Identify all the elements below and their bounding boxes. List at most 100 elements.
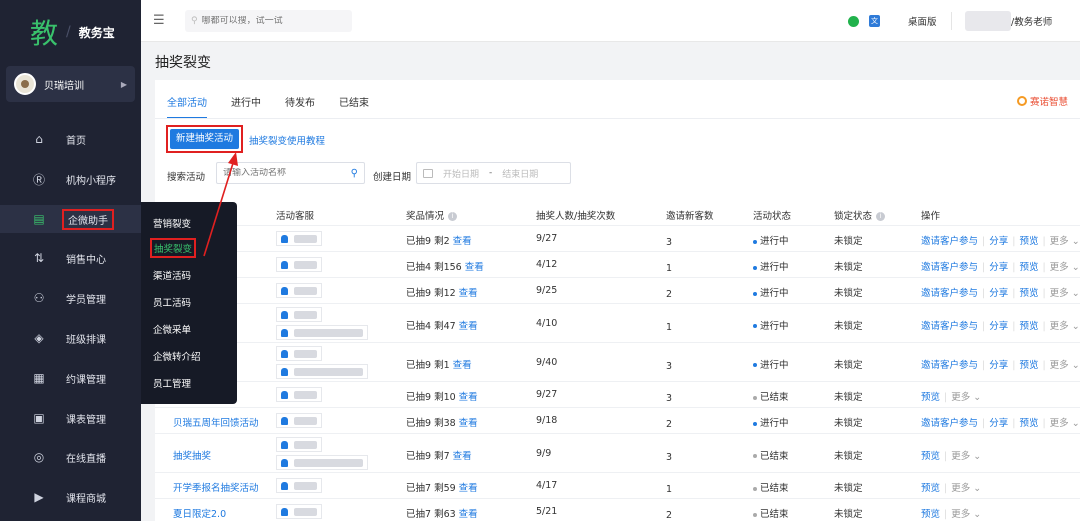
end-date[interactable]: 结束日期 xyxy=(502,167,538,180)
sidebar-item-0[interactable]: ⌂ 首页 xyxy=(0,125,141,153)
more-menu[interactable]: 更多 ⌄ xyxy=(1050,321,1080,332)
tab-0[interactable]: 全部活动 xyxy=(167,94,207,119)
sidebar-item-6[interactable]: ▦ 约课管理 xyxy=(0,364,141,392)
preview-link[interactable]: 预览 xyxy=(921,451,940,462)
share-link[interactable]: 分享 xyxy=(989,262,1008,273)
invite-customer-link[interactable]: 邀请客户参与 xyxy=(921,321,978,332)
submenu-item-6[interactable]: 员工管理 xyxy=(153,376,191,390)
person-icon xyxy=(281,260,288,269)
global-search[interactable]: ⚲ xyxy=(185,10,352,32)
sidebar-item-4[interactable]: ⚇ 学员管理 xyxy=(0,284,141,312)
view-link[interactable]: 查看 xyxy=(453,451,472,462)
submenu-item-4[interactable]: 企微采单 xyxy=(153,322,191,336)
sidebar-item-5[interactable]: ◈ 班级排课 xyxy=(0,324,141,352)
share-link[interactable]: 分享 xyxy=(989,321,1008,332)
view-link[interactable]: 查看 xyxy=(465,262,484,273)
help-link[interactable]: 赛诺智慧 xyxy=(1016,94,1068,108)
view-link[interactable]: 查看 xyxy=(459,392,478,403)
activity-name[interactable]: 开学季报名抽奖活动 xyxy=(173,480,259,494)
view-link[interactable]: 查看 xyxy=(459,288,478,299)
staff-name-redacted xyxy=(294,440,317,449)
activity-name[interactable]: 贝瑞五周年回馈活动 xyxy=(173,415,259,429)
sidebar-item-label: 约课管理 xyxy=(66,374,106,386)
tutorial-link[interactable]: 抽奖裂变使用教程 xyxy=(249,133,325,147)
preview-link[interactable]: 预览 xyxy=(1019,262,1038,273)
share-link[interactable]: 分享 xyxy=(989,288,1008,299)
invite-customer-link[interactable]: 邀请客户参与 xyxy=(921,236,978,247)
doc-icon[interactable]: 文 xyxy=(869,15,880,27)
user-role[interactable]: /教务老师 xyxy=(1011,14,1052,28)
sidebar-item-7[interactable]: ▣ 课表管理 xyxy=(0,404,141,432)
logo[interactable]: 教 / 教务宝 xyxy=(30,12,115,52)
sidebar-item-9[interactable]: ▶ 课程商城 xyxy=(0,483,141,511)
new-customer-count: 1 xyxy=(666,321,673,333)
search-icon[interactable]: ⚲ xyxy=(351,168,358,179)
preview-link[interactable]: 预览 xyxy=(1019,288,1038,299)
more-menu[interactable]: 更多 ⌄ xyxy=(1050,262,1080,273)
table-row: 已抽9 剩12 查看 9/25 2 进行中 未锁定 邀请客户参与 | 分享 | 预览 | 更多 ⌄ xyxy=(155,277,1080,303)
preview-link[interactable]: 预览 xyxy=(921,483,940,494)
preview-link[interactable]: 预览 xyxy=(1019,236,1038,247)
activity-status: 已结束 xyxy=(753,506,789,520)
more-menu[interactable]: 更多 ⌄ xyxy=(951,483,981,494)
desktop-version-link[interactable]: 桌面版 xyxy=(908,14,937,28)
preview-link[interactable]: 预览 xyxy=(921,392,940,403)
activity-name[interactable]: 夏日限定2.0 xyxy=(173,506,226,520)
more-menu[interactable]: 更多 ⌄ xyxy=(1050,418,1080,429)
row-actions: 预览 | 更多 ⌄ xyxy=(921,450,982,462)
person-icon xyxy=(281,440,288,449)
chevron-right-icon: ▶ xyxy=(120,79,127,89)
user-avatar[interactable] xyxy=(965,11,1011,31)
invite-customer-link[interactable]: 邀请客户参与 xyxy=(921,418,978,429)
global-search-input[interactable] xyxy=(201,16,342,26)
view-link[interactable]: 查看 xyxy=(459,321,478,332)
preview-link[interactable]: 预览 xyxy=(921,509,940,520)
view-link[interactable]: 查看 xyxy=(459,483,478,494)
col-new-customers: 邀请新客数 xyxy=(666,211,714,222)
share-link[interactable]: 分享 xyxy=(989,418,1008,429)
submenu-item-1[interactable]: 抽奖裂变 xyxy=(150,238,197,258)
wechat-icon[interactable] xyxy=(848,16,859,27)
more-menu[interactable]: 更多 ⌄ xyxy=(951,451,981,462)
row-actions: 邀请客户参与 | 分享 | 预览 | 更多 ⌄ xyxy=(921,262,1080,273)
sidebar-item-1[interactable]: Ⓡ 机构小程序 xyxy=(0,165,141,193)
more-menu[interactable]: 更多 ⌄ xyxy=(951,392,981,403)
draw-count: 9/27 xyxy=(536,389,558,400)
view-link[interactable]: 查看 xyxy=(453,360,472,371)
col-actions: 操作 xyxy=(921,211,941,222)
more-menu[interactable]: 更多 ⌄ xyxy=(1050,360,1080,371)
more-menu[interactable]: 更多 ⌄ xyxy=(1050,288,1080,299)
start-date[interactable]: 开始日期 xyxy=(443,167,479,180)
submenu-item-2[interactable]: 渠道活码 xyxy=(153,268,191,282)
submenu-item-0[interactable]: 营销裂变 xyxy=(153,216,191,230)
col-staff: 活动客服 xyxy=(276,211,315,222)
view-link[interactable]: 查看 xyxy=(453,236,472,247)
menu-toggle-icon[interactable]: ☰ xyxy=(153,13,165,28)
more-menu[interactable]: 更多 ⌄ xyxy=(951,509,981,520)
invite-customer-link[interactable]: 邀请客户参与 xyxy=(921,360,978,371)
tab-2[interactable]: 待发布 xyxy=(285,94,315,119)
preview-link[interactable]: 预览 xyxy=(1019,360,1038,371)
sidebar-item-2[interactable]: ▤ 企微助手 xyxy=(0,205,141,233)
draw-count: 9/25 xyxy=(536,285,558,296)
org-switcher[interactable]: 贝瑞培训 ▶ xyxy=(6,66,135,102)
invite-customer-link[interactable]: 邀请客户参与 xyxy=(921,262,978,273)
submenu-item-5[interactable]: 企微转介绍 xyxy=(153,349,201,363)
preview-link[interactable]: 预览 xyxy=(1019,418,1038,429)
submenu-item-3[interactable]: 员工活码 xyxy=(153,295,191,309)
view-link[interactable]: 查看 xyxy=(459,509,478,520)
tab-3[interactable]: 已结束 xyxy=(339,94,369,119)
preview-link[interactable]: 预览 xyxy=(1019,321,1038,332)
tab-1[interactable]: 进行中 xyxy=(231,94,261,119)
sidebar-item-8[interactable]: ◎ 在线直播 xyxy=(0,443,141,471)
date-range-picker[interactable]: 开始日期 - 结束日期 xyxy=(416,162,571,184)
view-link[interactable]: 查看 xyxy=(459,418,478,429)
status-dot xyxy=(753,239,757,244)
share-link[interactable]: 分享 xyxy=(989,360,1008,371)
new-lottery-button[interactable]: 新建抽奖活动 xyxy=(170,129,240,149)
sidebar-item-3[interactable]: ⇅ 销售中心 xyxy=(0,244,141,272)
share-link[interactable]: 分享 xyxy=(989,236,1008,247)
invite-customer-link[interactable]: 邀请客户参与 xyxy=(921,288,978,299)
more-menu[interactable]: 更多 ⌄ xyxy=(1050,236,1080,247)
activity-name[interactable]: 抽奖抽奖 xyxy=(173,448,211,462)
